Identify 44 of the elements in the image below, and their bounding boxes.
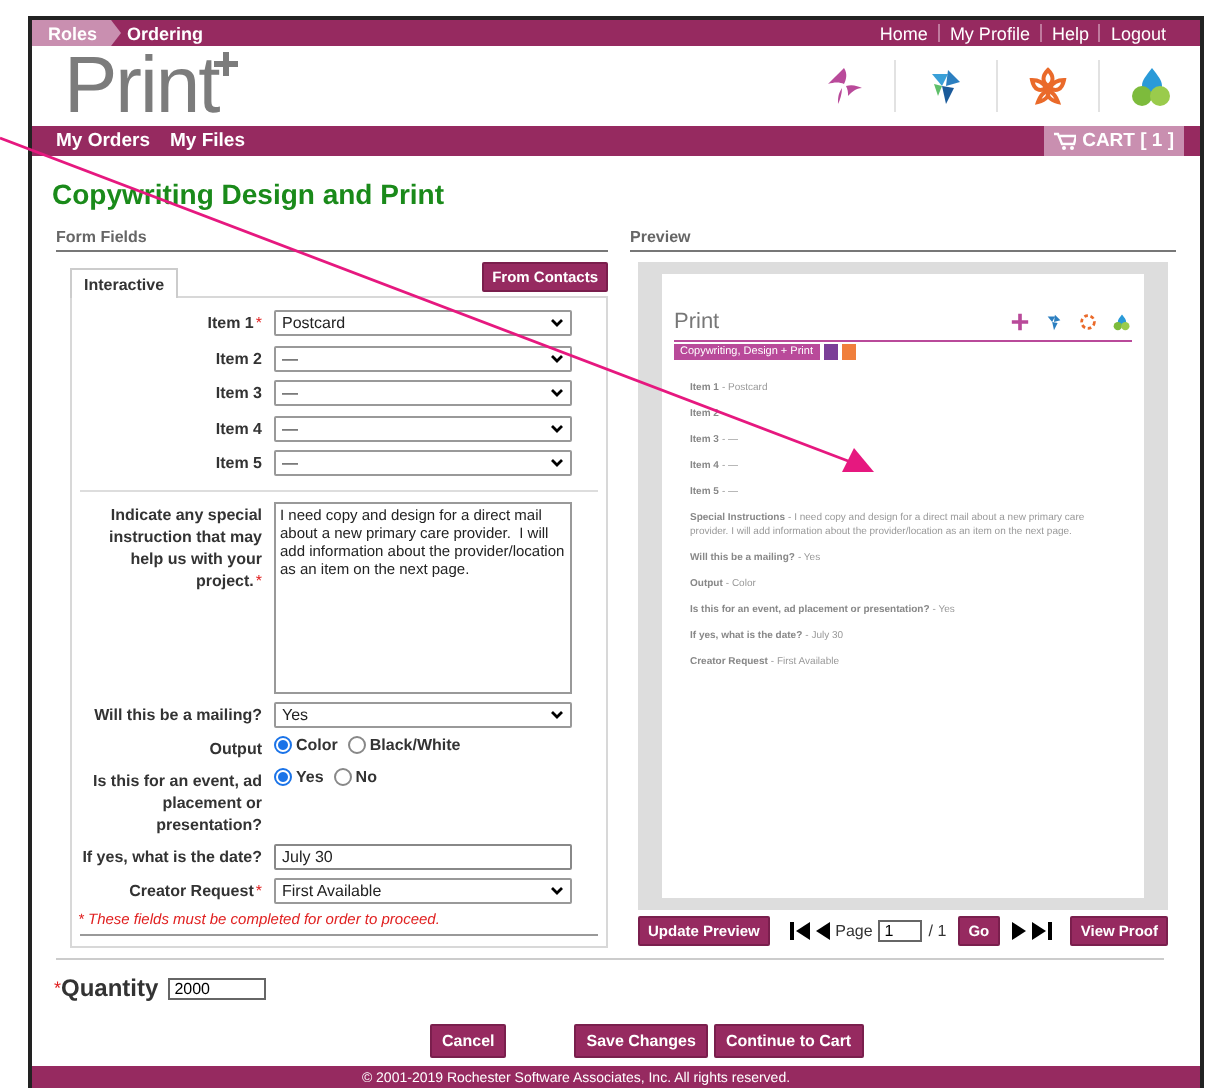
field-label: Item 4 bbox=[215, 419, 262, 437]
field-label: Is this for an event, ad placement or presentation? bbox=[93, 772, 262, 834]
field-label: Item 1* bbox=[207, 314, 262, 332]
field-label: Creator Request* bbox=[129, 882, 262, 900]
section-heading: Preview bbox=[630, 228, 1176, 252]
top-link[interactable]: Home bbox=[869, 23, 938, 43]
page-input[interactable]: 1 bbox=[878, 920, 923, 942]
required-mark: * bbox=[54, 978, 62, 998]
item-dropdown[interactable]: — bbox=[274, 415, 572, 441]
breadcrumb-link[interactable]: Ordering bbox=[121, 20, 220, 46]
radio-label: Yes bbox=[296, 768, 324, 786]
nav-link[interactable]: My Orders bbox=[56, 130, 150, 152]
action-button[interactable]: Continue to Cart bbox=[713, 1024, 864, 1058]
item-dropdown[interactable]: — bbox=[274, 450, 572, 476]
top-link[interactable]: My Profile bbox=[939, 23, 1040, 43]
action-button[interactable]: Save Changes bbox=[574, 1024, 708, 1058]
item-dropdown[interactable]: — bbox=[274, 345, 572, 371]
top-link[interactable]: Help bbox=[1041, 23, 1099, 43]
answer-dropdown[interactable]: Yes bbox=[274, 702, 572, 728]
radio-label: Color bbox=[296, 736, 338, 754]
page-total: / 1 bbox=[928, 922, 947, 940]
field-label: Will this be a mailing? bbox=[94, 706, 262, 724]
page-label: Page bbox=[835, 922, 873, 940]
radio-label: No bbox=[355, 768, 377, 786]
field-label: Item 3 bbox=[215, 384, 262, 402]
answer-dropdown[interactable]: First Available bbox=[274, 878, 572, 904]
radio-label: Black/White bbox=[369, 736, 461, 754]
document-logo: Print bbox=[674, 310, 720, 334]
item-dropdown[interactable]: — bbox=[274, 380, 572, 406]
action-button[interactable]: Cancel bbox=[430, 1024, 507, 1058]
field-label: Output bbox=[209, 740, 262, 758]
logo-text: Print bbox=[64, 52, 219, 120]
field-label: Indicate any special instruction that may help us with your project.* bbox=[109, 506, 262, 590]
field-label: If yes, what is the date? bbox=[82, 848, 262, 866]
form-tab[interactable]: Interactive bbox=[70, 268, 179, 298]
input-field[interactable]: July 30 bbox=[274, 844, 572, 870]
quantity-label: Quantity bbox=[61, 974, 159, 1002]
section-heading: Form Fields bbox=[56, 228, 608, 252]
quantity-field[interactable]: 2000 bbox=[168, 977, 267, 999]
top-link[interactable]: Logout bbox=[1100, 23, 1176, 43]
nav-link[interactable]: My Files bbox=[170, 130, 245, 152]
field-label: Item 2 bbox=[215, 349, 262, 367]
item-dropdown[interactable]: Postcard bbox=[274, 310, 572, 336]
field-label: Item 5 bbox=[215, 454, 262, 472]
